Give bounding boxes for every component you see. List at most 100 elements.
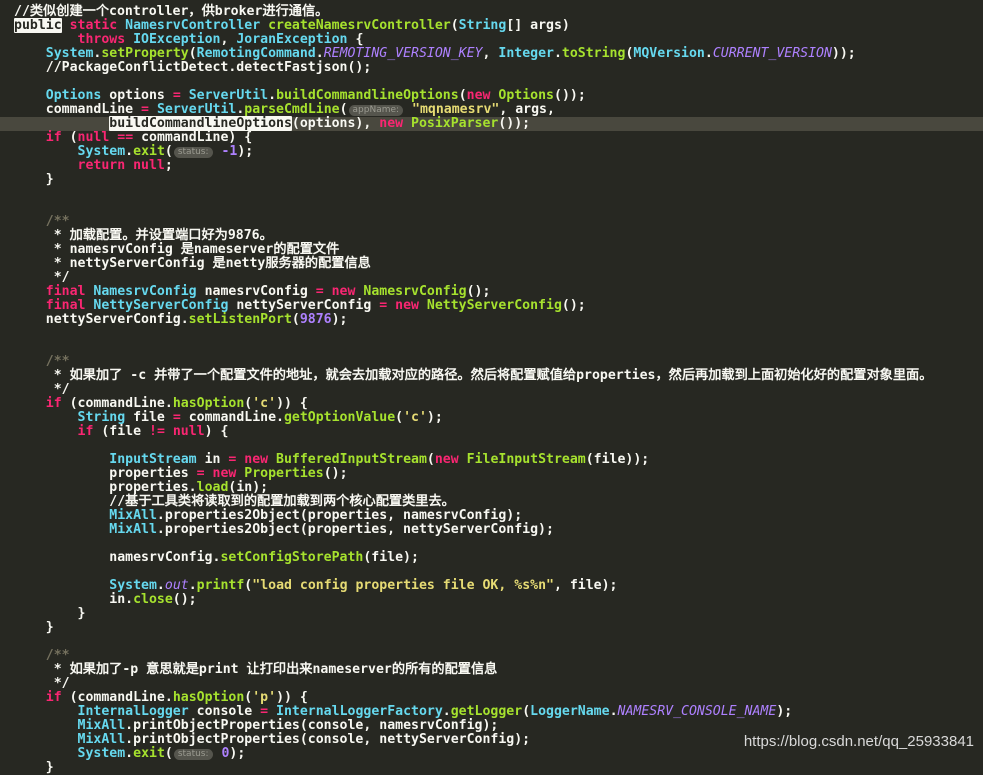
code-line[interactable]: InputStream in = new BufferedInputStream… — [0, 453, 983, 467]
code-line[interactable] — [0, 439, 983, 453]
code-line[interactable]: * 如果加了-p 意思就是print 让打印出来nameserver的所有的配置… — [0, 663, 983, 677]
code-token: (); — [323, 466, 348, 481]
code-token: close — [133, 592, 173, 607]
code-line[interactable]: properties.load(in); — [0, 481, 983, 495]
code-token: namesrvConfig. — [14, 550, 221, 565]
code-token: )) { — [276, 690, 308, 705]
code-line[interactable]: */ — [0, 383, 983, 397]
code-line[interactable]: /** — [0, 355, 983, 369]
code-line[interactable]: */ — [0, 677, 983, 691]
code-token: CURRENT_VERSION — [712, 46, 832, 61]
code-line[interactable]: MixAll.properties2Object(properties, nam… — [0, 509, 983, 523]
code-line[interactable]: nettyServerConfig.setListenPort(9876); — [0, 313, 983, 327]
code-token: } — [14, 620, 54, 635]
parameter-hint: status: — [173, 749, 213, 760]
code-token: = — [141, 102, 157, 117]
code-line[interactable]: * 如果加了 -c 并带了一个配置文件的地址，就会去加载对应的路径。然后将配置赋… — [0, 369, 983, 383]
code-token: (commandLine. — [69, 396, 173, 411]
code-line[interactable] — [0, 201, 983, 215]
code-token: nettyServerConfig — [236, 298, 380, 313]
code-token: out — [164, 578, 189, 593]
code-line[interactable]: return null; — [0, 159, 983, 173]
code-token: * nettyServerConfig 是netty服务器的配置信息 — [14, 256, 371, 271]
code-line[interactable]: /** — [0, 649, 983, 663]
code-token: toString — [561, 46, 626, 61]
code-line[interactable]: if (null == commandLine) { — [0, 131, 983, 145]
code-line[interactable]: /** — [0, 215, 983, 229]
code-token: * 如果加了 -c 并带了一个配置文件的地址，就会去加载对应的路径。然后将配置赋… — [14, 368, 933, 383]
code-token: null — [77, 130, 118, 145]
code-line[interactable]: if (commandLine.hasOption('c')) { — [0, 397, 983, 411]
code-line[interactable]: Options options = ServerUtil.buildComman… — [0, 89, 983, 103]
code-token: commandLine) { — [141, 130, 253, 145]
watermark: https://blog.csdn.net/qq_25933841 — [743, 733, 974, 750]
code-line[interactable]: } — [0, 761, 983, 775]
code-token: 'c' — [403, 410, 427, 425]
code-line[interactable] — [0, 75, 983, 89]
code-line[interactable]: in.close(); — [0, 593, 983, 607]
code-line[interactable]: System.out.printf("load config propertie… — [0, 579, 983, 593]
code-token: //类似创建一个controller，供broker进行通信。 — [14, 4, 329, 19]
code-token: final — [45, 298, 94, 313]
code-line[interactable]: final NettyServerConfig nettyServerConfi… — [0, 299, 983, 313]
code-line[interactable]: */ — [0, 271, 983, 285]
code-token: ( — [522, 704, 531, 719]
code-line[interactable]: System.setProperty(RemotingCommand.REMOT… — [0, 47, 983, 61]
code-token: /** — [45, 648, 70, 663]
code-token: ) { — [204, 424, 229, 439]
code-token: if — [45, 396, 70, 411]
parameter-hint: appName: — [348, 105, 404, 116]
code-line[interactable]: properties = new Properties(); — [0, 467, 983, 481]
code-line[interactable]: } — [0, 607, 983, 621]
code-editor[interactable]: //类似创建一个controller，供broker进行通信。 public st… — [0, 0, 983, 775]
code-token: LoggerName — [530, 704, 610, 719]
code-line[interactable] — [0, 537, 983, 551]
code-token: null — [172, 424, 205, 439]
code-token: ; — [164, 158, 173, 173]
code-token: buildCommandlineOptions — [109, 116, 292, 131]
code-token: printObjectProperties(console, namesrvCo… — [133, 718, 499, 733]
code-line[interactable]: if (commandLine.hasOption('p')) { — [0, 691, 983, 705]
code-line[interactable]: //基于工具类将读取到的配置加载到两个核心配置类里去。 — [0, 495, 983, 509]
code-line[interactable]: } — [0, 173, 983, 187]
code-token: commandLine — [14, 102, 142, 117]
code-token: setConfigStorePath — [220, 550, 364, 565]
code-token: parseCmdLine — [244, 102, 340, 117]
code-line[interactable] — [0, 635, 983, 649]
code-token: = — [172, 410, 189, 425]
code-line[interactable]: //PackageConflictDetect.detectFastjson()… — [0, 61, 983, 75]
code-line[interactable]: } — [0, 621, 983, 635]
code-line[interactable]: commandLine = ServerUtil.parseCmdLine(ap… — [0, 103, 983, 117]
code-line[interactable] — [0, 187, 983, 201]
code-line[interactable]: public static NamesrvController createNa… — [0, 18, 983, 33]
code-line[interactable] — [0, 565, 983, 579]
code-token: options — [109, 88, 173, 103]
code-line[interactable]: InternalLogger console = InternalLoggerF… — [0, 705, 983, 719]
code-token: = — [228, 452, 245, 467]
code-line[interactable]: System.exit(status: -1); — [0, 145, 983, 159]
code-token: System — [109, 578, 157, 593]
code-line[interactable]: String file = commandLine.getOptionValue… — [0, 411, 983, 425]
code-line[interactable]: buildCommandlineOptions(options), new Po… — [0, 116, 983, 131]
code-line[interactable]: throws IOException, JoranException { — [0, 33, 983, 47]
code-line[interactable]: MixAll.printObjectProperties(console, na… — [0, 719, 983, 733]
code-token: */ — [14, 676, 70, 691]
code-line[interactable]: //类似创建一个controller，供broker进行通信。 — [0, 5, 983, 19]
code-token: = — [315, 284, 332, 299]
code-line[interactable]: MixAll.properties2Object(properties, net… — [0, 523, 983, 537]
code-line[interactable]: * namesrvConfig 是nameserver的配置文件 — [0, 243, 983, 257]
code-line[interactable]: * 加载配置。并设置端口好为9876。 — [0, 229, 983, 243]
code-line[interactable] — [0, 327, 983, 341]
code-token: properties — [14, 466, 197, 481]
code-line[interactable]: final NamesrvConfig namesrvConfig = new … — [0, 285, 983, 299]
code-token: InternalLogger — [77, 704, 197, 719]
code-token: == — [117, 130, 142, 145]
code-line[interactable] — [0, 341, 983, 355]
code-line[interactable]: if (file != null) { — [0, 425, 983, 439]
code-line[interactable]: namesrvConfig.setConfigStorePath(file); — [0, 551, 983, 565]
code-line[interactable]: * nettyServerConfig 是netty服务器的配置信息 — [0, 257, 983, 271]
